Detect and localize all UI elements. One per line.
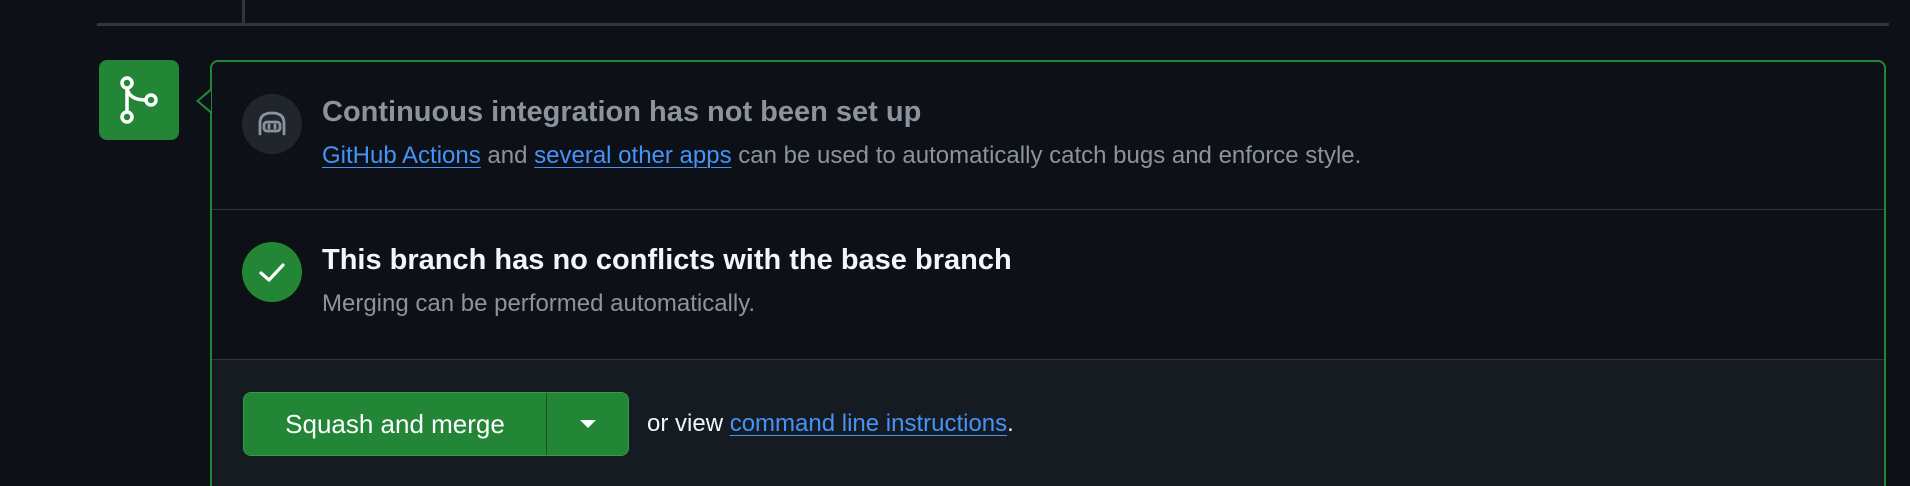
merge-action-section: Squash and merge or view command line in…: [212, 360, 1884, 486]
merge-status-badge: [99, 60, 179, 140]
timeline-divider: [97, 23, 1889, 26]
other-apps-link[interactable]: several other apps: [534, 142, 731, 169]
triangle-down-icon: [579, 420, 596, 428]
conflict-status-section: This branch has no conflicts with the ba…: [212, 210, 1884, 360]
ci-status-section: Continuous integration has not been set …: [212, 62, 1884, 210]
merge-box: Continuous integration has not been set …: [210, 60, 1886, 486]
pull-request-merge-area: Continuous integration has not been set …: [0, 0, 1910, 486]
ci-heading: Continuous integration has not been set …: [322, 96, 922, 128]
merge-button-group: Squash and merge: [243, 392, 629, 456]
git-merge-icon: [120, 76, 158, 124]
merge-method-dropdown[interactable]: [546, 393, 628, 455]
alt-prefix: or view: [647, 410, 730, 437]
ci-description: GitHub Actions and several other apps ca…: [322, 142, 1361, 170]
command-line-instructions-link[interactable]: command line instructions: [730, 410, 1007, 437]
ci-text-rest: can be used to automatically catch bugs …: [731, 142, 1362, 169]
command-line-hint: or view command line instructions.: [647, 410, 1014, 438]
timeline-connector: [242, 0, 245, 23]
conflict-heading: This branch has no conflicts with the ba…: [322, 244, 1012, 276]
alt-suffix: .: [1007, 410, 1014, 437]
ci-text-and: and: [480, 142, 535, 169]
check-icon: [242, 242, 302, 302]
squash-and-merge-button[interactable]: Squash and merge: [244, 393, 546, 455]
merge-box-pointer-fill: [199, 91, 211, 111]
conflict-description: Merging can be performed automatically.: [322, 290, 756, 317]
github-actions-link[interactable]: GitHub Actions: [322, 142, 481, 169]
copilot-bot-icon: [242, 94, 302, 154]
